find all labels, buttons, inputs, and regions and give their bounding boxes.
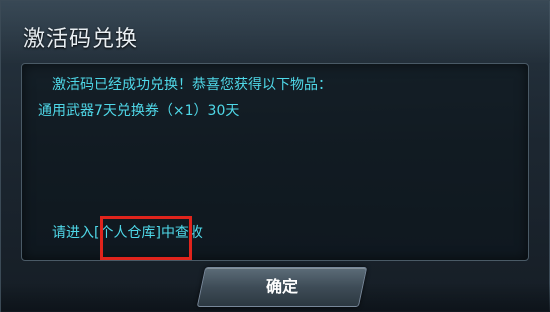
hint-suffix: 中查收 bbox=[160, 225, 203, 241]
confirm-button-label: 确定 bbox=[265, 277, 298, 296]
dialog-title-bar: 激活码兑换 bbox=[1, 1, 550, 63]
dialog-content-panel: 激活码已经成功兑换！恭喜您获得以下物品： 通用武器7天兑换券（×1）30天 请进… bbox=[21, 63, 529, 261]
confirm-button[interactable]: 确定 bbox=[196, 267, 368, 307]
personal-warehouse-link[interactable]: [个人仓库] bbox=[94, 225, 161, 241]
hint-prefix: 请进入 bbox=[52, 225, 94, 241]
game-scene: 激活码兑换 激活码已经成功兑换！恭喜您获得以下物品： 通用武器7天兑换券（×1）… bbox=[0, 0, 550, 312]
reward-item-text: 通用武器7天兑换券（×1）30天 bbox=[38, 103, 240, 119]
warehouse-hint: 请进入[个人仓库]中查收 bbox=[52, 222, 203, 242]
dialog-title: 激活码兑换 bbox=[23, 27, 139, 52]
redeem-code-dialog: 激活码兑换 激活码已经成功兑换！恭喜您获得以下物品： 通用武器7天兑换券（×1）… bbox=[0, 0, 550, 312]
success-message: 激活码已经成功兑换！恭喜您获得以下物品： bbox=[52, 77, 332, 93]
